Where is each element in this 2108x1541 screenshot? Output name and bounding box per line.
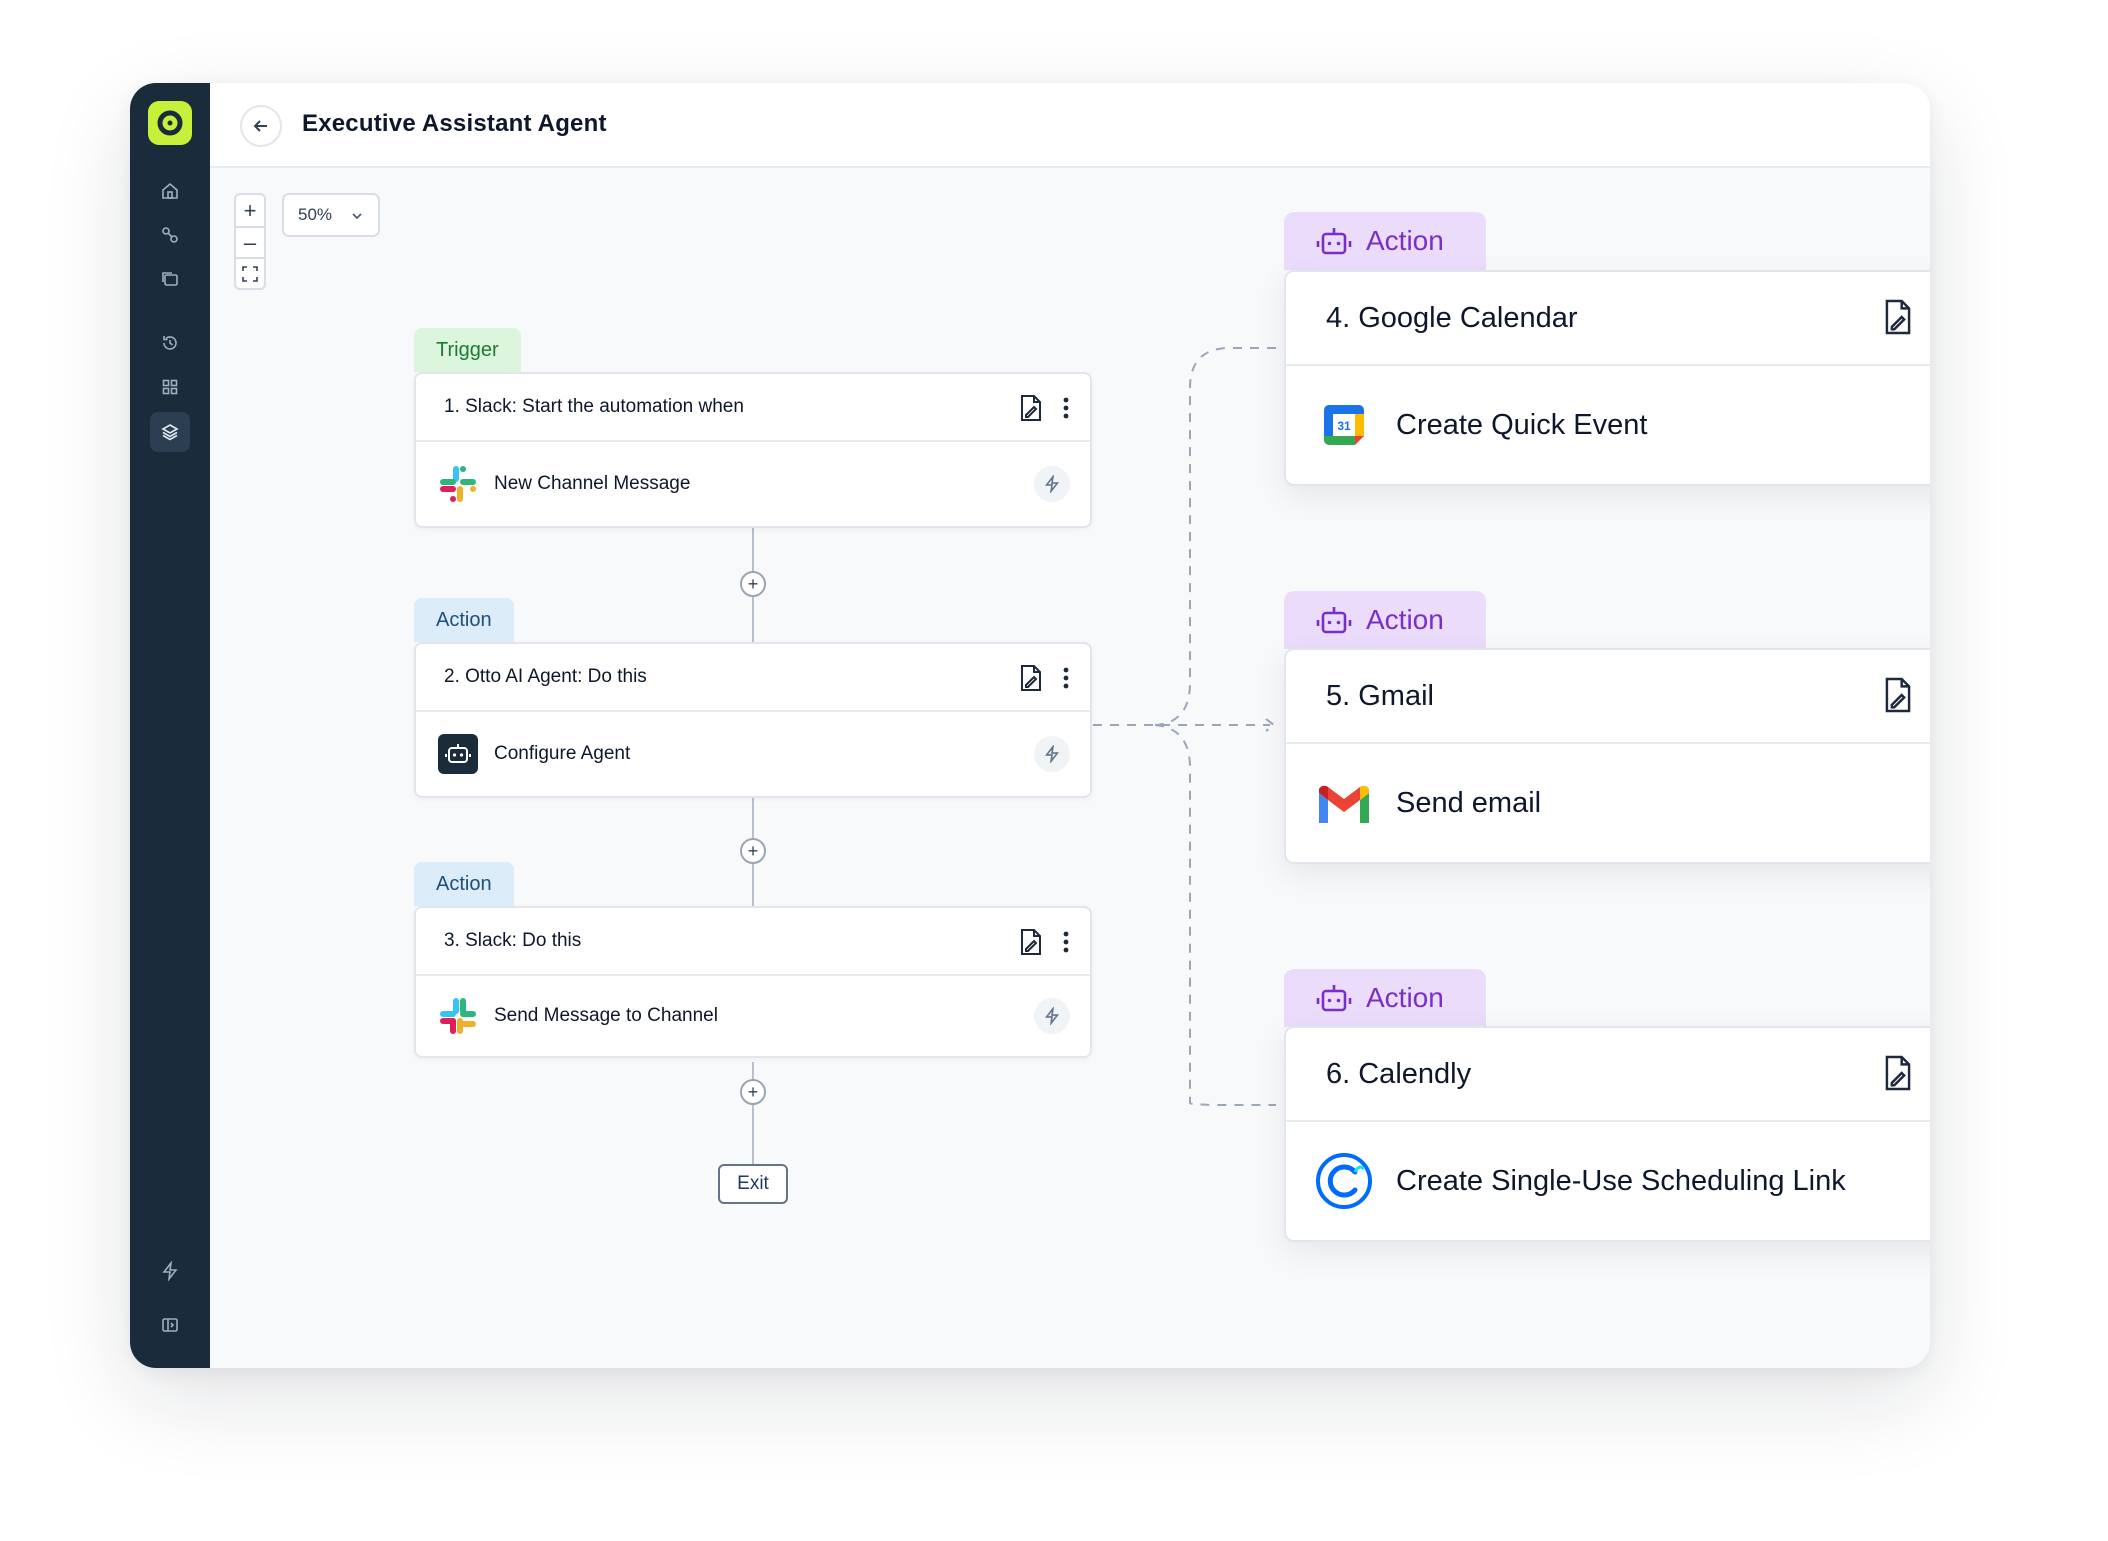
edit-document-icon[interactable] xyxy=(1018,928,1044,956)
branch-action-tag: Action xyxy=(1284,969,1486,1027)
edit-document-icon[interactable] xyxy=(1882,298,1914,336)
branch-event: Create Single-Use Scheduling Link xyxy=(1286,1122,1930,1240)
branch-event: 31 Create Quick Event xyxy=(1286,366,1930,484)
bolt-icon xyxy=(1044,745,1060,763)
step-event-label: Send Message to Channel xyxy=(494,1005,718,1026)
branch-title: 6. Calendly xyxy=(1286,1028,1930,1122)
step-title-text: 1. Slack: Start the automation when xyxy=(444,396,744,417)
edit-document-icon[interactable] xyxy=(1018,394,1044,422)
step-card-2[interactable]: 2. Otto AI Agent: Do this Configure Agen… xyxy=(414,642,1092,798)
add-step-button[interactable]: + xyxy=(740,571,766,597)
more-vertical-icon[interactable] xyxy=(1062,666,1070,690)
step-title: 1. Slack: Start the automation when xyxy=(416,374,1090,442)
robot-icon xyxy=(1316,985,1352,1012)
more-vertical-icon[interactable] xyxy=(1062,930,1070,954)
step-event: Send Message to Channel xyxy=(416,976,1090,1056)
edit-document-icon[interactable] xyxy=(1018,664,1044,692)
trigger-tag: Trigger xyxy=(414,328,521,372)
add-step-button[interactable]: + xyxy=(740,1079,766,1105)
bolt-icon xyxy=(1044,1007,1060,1025)
test-step-button[interactable] xyxy=(1034,998,1070,1034)
gmail-icon xyxy=(1314,773,1374,833)
robot-icon xyxy=(1316,607,1352,634)
more-vertical-icon[interactable] xyxy=(1062,396,1070,420)
test-step-button[interactable] xyxy=(1034,736,1070,772)
step-event-label: Configure Agent xyxy=(494,743,631,764)
branch-card-4[interactable]: 4. Google Calendar 31 Create Quick Event xyxy=(1284,270,1930,486)
edit-document-icon[interactable] xyxy=(1882,1054,1914,1092)
agent-icon xyxy=(438,734,478,774)
step-title-text: 2. Otto AI Agent: Do this xyxy=(444,666,647,687)
branch-action-tag: Action xyxy=(1284,591,1486,649)
bolt-icon xyxy=(1044,475,1060,493)
branch-event-label: Send email xyxy=(1396,786,1542,819)
google-calendar-icon: 31 xyxy=(1314,395,1374,455)
calendly-icon xyxy=(1314,1151,1374,1211)
calendar-day: 31 xyxy=(1337,419,1351,433)
step-title-text: 3. Slack: Do this xyxy=(444,930,582,951)
app-window: Executive Assistant Agent + – 50% Trigge… xyxy=(130,83,1930,1368)
step-title: 2. Otto AI Agent: Do this xyxy=(416,644,1090,712)
branch-action-tag-label: Action xyxy=(1366,225,1444,256)
branch-card-5[interactable]: 5. Gmail Send email xyxy=(1284,648,1930,864)
slack-icon xyxy=(438,464,478,504)
test-step-button[interactable] xyxy=(1034,466,1070,502)
branch-title: 5. Gmail xyxy=(1286,650,1930,744)
step-event: New Channel Message xyxy=(416,442,1090,526)
add-step-button[interactable]: + xyxy=(740,838,766,864)
branch-card-6[interactable]: 6. Calendly Create Single-Use Scheduling… xyxy=(1284,1026,1930,1242)
action-tag: Action xyxy=(414,598,514,642)
branch-title-text: 6. Calendly xyxy=(1326,1057,1472,1090)
slack-icon xyxy=(438,996,478,1036)
branch-title: 4. Google Calendar xyxy=(1286,272,1930,366)
branch-action-tag-label: Action xyxy=(1366,604,1444,635)
branch-event: Send email xyxy=(1286,744,1930,862)
branch-event-label: Create Quick Event xyxy=(1396,408,1648,441)
branch-title-text: 4. Google Calendar xyxy=(1326,301,1578,334)
edit-document-icon[interactable] xyxy=(1882,676,1914,714)
step-title: 3. Slack: Do this xyxy=(416,908,1090,976)
step-event-label: New Channel Message xyxy=(494,473,691,494)
action-tag: Action xyxy=(414,862,514,906)
branch-action-tag-label: Action xyxy=(1366,982,1444,1013)
branch-title-text: 5. Gmail xyxy=(1326,679,1434,712)
step-card-1[interactable]: 1. Slack: Start the automation when New … xyxy=(414,372,1092,528)
branch-action-tag: Action xyxy=(1284,212,1486,270)
robot-icon xyxy=(1316,228,1352,255)
branch-event-label: Create Single-Use Scheduling Link xyxy=(1396,1164,1846,1197)
step-event: Configure Agent xyxy=(416,712,1090,796)
exit-node[interactable]: Exit xyxy=(718,1164,788,1204)
step-card-3[interactable]: 3. Slack: Do this Send Message to Channe… xyxy=(414,906,1092,1058)
